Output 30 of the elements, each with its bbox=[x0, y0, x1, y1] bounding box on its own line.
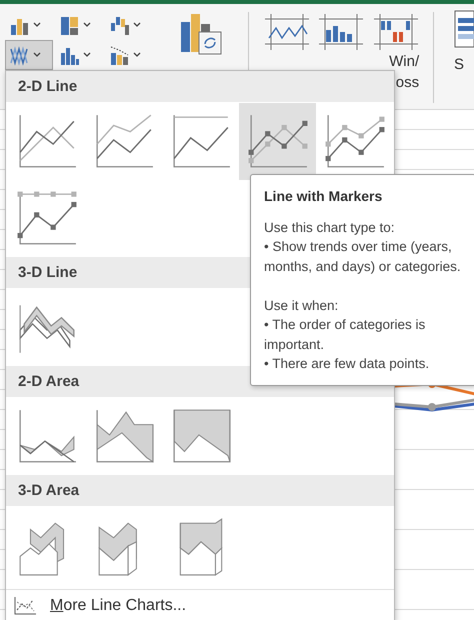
chart-icon bbox=[9, 44, 30, 66]
chart-type-button[interactable] bbox=[5, 40, 53, 70]
section-header: 2-D Line bbox=[6, 71, 394, 102]
caret-icon bbox=[83, 22, 91, 28]
ribbon-label: oss bbox=[396, 74, 420, 92]
caret-icon bbox=[33, 52, 41, 58]
line-chart-icon bbox=[324, 112, 386, 170]
caret-icon bbox=[83, 52, 91, 58]
line-chart-icon bbox=[16, 190, 78, 248]
caret-icon bbox=[33, 22, 41, 28]
sparkline-icon[interactable] bbox=[262, 14, 310, 50]
section-header: 3-D Area bbox=[6, 475, 394, 506]
chart-icon bbox=[109, 14, 130, 36]
line-chart-icon bbox=[246, 112, 308, 170]
ribbon-label: S bbox=[454, 56, 464, 74]
more-charts-link[interactable]: More Line Charts... bbox=[6, 589, 394, 620]
chart-icon bbox=[59, 14, 80, 36]
tooltip-title: Line with Markers bbox=[264, 187, 384, 206]
column-sparkline-icon[interactable] bbox=[317, 14, 366, 50]
line-chart-icon bbox=[14, 596, 36, 614]
ribbon-label: Win/ bbox=[389, 53, 420, 71]
caret-icon bbox=[133, 52, 141, 58]
slicer-icon[interactable] bbox=[454, 10, 474, 50]
chart-icon bbox=[109, 44, 130, 66]
caret-icon bbox=[133, 22, 141, 28]
tooltip-text: Use it when: bbox=[264, 296, 340, 314]
win-loss-icon[interactable] bbox=[372, 14, 420, 50]
tooltip-text: Use this chart type to: bbox=[264, 218, 396, 237]
tooltip-text: • The order of categories is important. bbox=[264, 316, 426, 354]
chart-type-option[interactable] bbox=[239, 103, 316, 180]
